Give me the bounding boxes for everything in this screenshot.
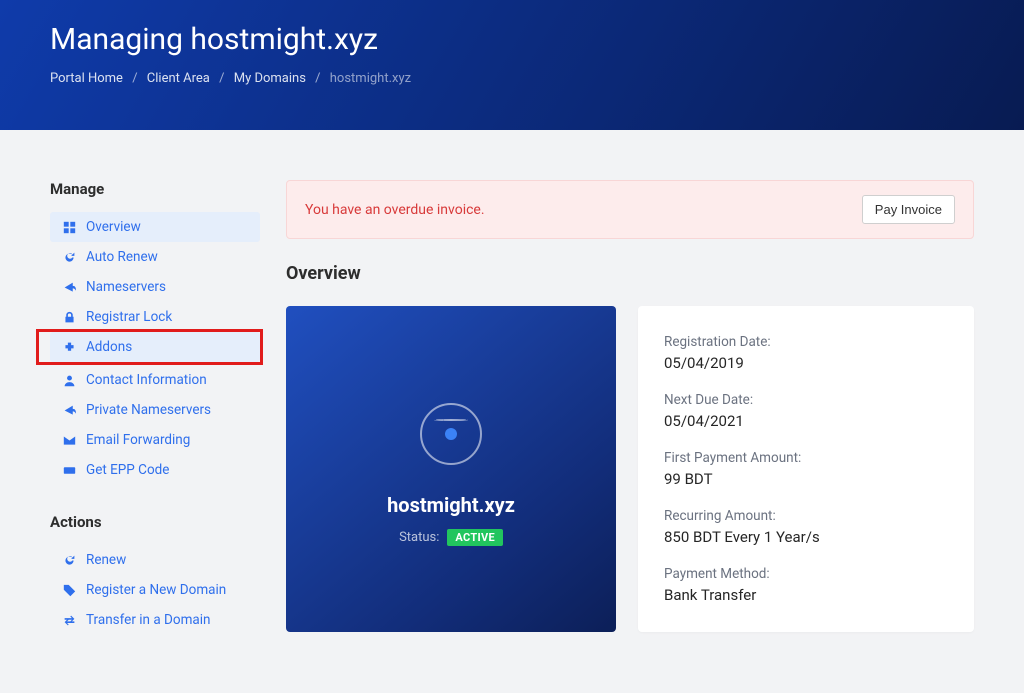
sidebar-item-auto-renew[interactable]: Auto Renew (50, 242, 260, 272)
sidebar-item-label: Private Nameservers (86, 402, 211, 418)
swap-icon (62, 614, 76, 627)
mail-icon (62, 434, 76, 447)
actions-menu: Renew Register a New Domain Transfer in … (50, 545, 260, 635)
refresh-icon (62, 251, 76, 264)
info-row-first-payment: First Payment Amount: 99 BDT (664, 450, 948, 488)
lock-icon (62, 311, 76, 324)
ticket-icon (62, 464, 76, 477)
status-label: Status: (399, 530, 439, 545)
dashboard-icon (62, 221, 76, 234)
status-badge: ACTIVE (447, 529, 503, 546)
sidebar-item-nameservers[interactable]: Nameservers (50, 272, 260, 302)
sidebar-item-get-epp-code[interactable]: Get EPP Code (50, 455, 260, 485)
sidebar-item-private-nameservers[interactable]: Private Nameservers (50, 395, 260, 425)
sidebar-item-label: Register a New Domain (86, 582, 226, 598)
sidebar-item-label: Email Forwarding (86, 432, 190, 448)
sidebar-item-email-forwarding[interactable]: Email Forwarding (50, 425, 260, 455)
sidebar: Manage Overview Auto Renew Nameservers R… (50, 180, 260, 663)
sidebar-item-label: Renew (86, 552, 126, 568)
overview-heading: Overview (286, 263, 974, 284)
sidebar-item-label: Get EPP Code (86, 462, 169, 478)
highlight-rectangle: Addons (36, 329, 263, 365)
manage-menu: Overview Auto Renew Nameservers Registra… (50, 212, 260, 485)
breadcrumb-client-area[interactable]: Client Area (147, 71, 210, 86)
info-row-payment-method: Payment Method: Bank Transfer (664, 566, 948, 604)
info-row-next-due-date: Next Due Date: 05/04/2021 (664, 392, 948, 430)
sidebar-item-label: Registrar Lock (86, 309, 172, 325)
share-icon (62, 281, 76, 294)
sidebar-item-label: Contact Information (86, 372, 207, 388)
breadcrumb: Portal Home / Client Area / My Domains /… (50, 71, 974, 86)
sidebar-item-label: Overview (86, 219, 141, 235)
sidebar-item-label: Nameservers (86, 279, 166, 295)
tag-icon (62, 584, 76, 597)
user-icon (62, 374, 76, 387)
sidebar-action-transfer-domain[interactable]: Transfer in a Domain (50, 605, 260, 635)
hero-banner: Managing hostmight.xyz Portal Home / Cli… (0, 0, 1024, 130)
sidebar-item-label: Transfer in a Domain (86, 612, 211, 628)
sidebar-item-registrar-lock[interactable]: Registrar Lock (50, 302, 260, 332)
domain-info-card: Registration Date: 05/04/2019 Next Due D… (638, 306, 974, 632)
pay-invoice-button[interactable]: Pay Invoice (862, 195, 955, 224)
breadcrumb-portal-home[interactable]: Portal Home (50, 71, 123, 86)
sidebar-heading-manage: Manage (50, 180, 260, 198)
info-row-recurring-amount: Recurring Amount: 850 BDT Every 1 Year/s (664, 508, 948, 546)
sidebar-action-register-domain[interactable]: Register a New Domain (50, 575, 260, 605)
breadcrumb-my-domains[interactable]: My Domains (234, 71, 306, 86)
refresh-icon (62, 554, 76, 567)
page-title: Managing hostmight.xyz (50, 22, 974, 57)
share-icon (62, 404, 76, 417)
info-row-registration-date: Registration Date: 05/04/2019 (664, 334, 948, 372)
alert-message: You have an overdue invoice. (305, 202, 485, 218)
sidebar-action-renew[interactable]: Renew (50, 545, 260, 575)
domain-name: hostmight.xyz (387, 493, 515, 517)
sidebar-item-overview[interactable]: Overview (50, 212, 260, 242)
sidebar-heading-actions: Actions (50, 513, 260, 531)
breadcrumb-current: hostmight.xyz (330, 71, 411, 86)
globe-icon (420, 403, 482, 465)
main-content: You have an overdue invoice. Pay Invoice… (286, 180, 974, 632)
sidebar-item-label: Addons (86, 339, 132, 355)
sidebar-item-label: Auto Renew (86, 249, 158, 265)
overdue-invoice-alert: You have an overdue invoice. Pay Invoice (286, 180, 974, 239)
puzzle-icon (62, 341, 76, 354)
sidebar-item-contact-information[interactable]: Contact Information (50, 365, 260, 395)
domain-status-card: hostmight.xyz Status: ACTIVE (286, 306, 616, 632)
sidebar-item-addons[interactable]: Addons (50, 332, 260, 362)
